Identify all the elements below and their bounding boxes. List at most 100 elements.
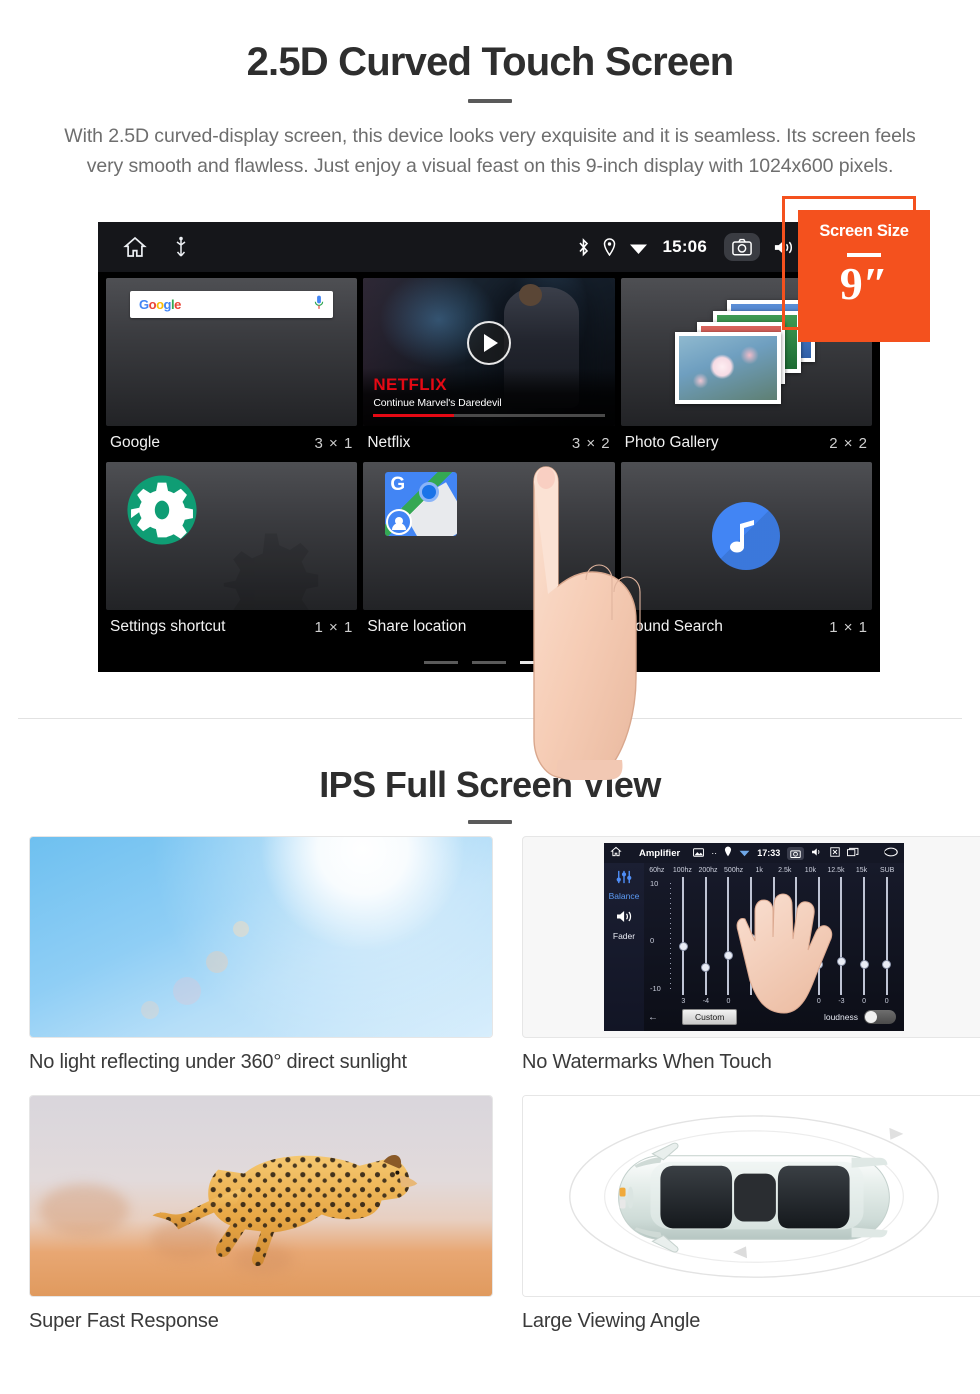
page-dot-active[interactable] [520,661,554,664]
eq-value: 0 [884,998,889,1005]
loudness-toggle[interactable] [864,1010,896,1024]
widget-row-1: Google Google 3 × 1 NETFLIX Continue Mar… [102,278,876,462]
prev-preset-icon[interactable]: ← [648,1012,658,1023]
badge-title: Screen Size [819,222,909,240]
feature-card-response[interactable]: Super Fast Response [29,1095,493,1333]
scale-mid: 0 [650,936,655,945]
eq-band-label: 500hz [724,867,744,874]
amplifier-title: Amplifier [639,847,681,859]
eq-slider[interactable] [695,877,718,995]
device-status-bar: 15:06 [98,222,880,272]
widget-sound-search[interactable]: Sound Search 1 × 1 [620,462,872,646]
mic-icon[interactable] [314,295,324,315]
widget-grid: Google Google 3 × 1 NETFLIX Continue Mar… [98,272,880,672]
eq-band-label: 60hz [649,867,665,874]
widget-label: Photo Gallery [624,434,719,451]
widget-label: Share location [367,618,467,635]
eq-slider[interactable] [672,877,695,995]
more-icon[interactable]: ·· [711,848,717,858]
usb-icon[interactable] [174,236,188,258]
bluetooth-icon [577,237,590,257]
card-caption: Large Viewing Angle [522,1310,701,1332]
badge-value: 9″ [839,258,889,309]
widget-size: 1 × 1 [829,618,868,636]
widget-label: Settings shortcut [110,618,226,635]
widget-size: 3 × 2 [571,434,611,452]
camera-icon[interactable] [724,233,760,261]
gallery-icon[interactable] [693,844,705,862]
amplifier-image: Amplifier ·· 17:33 Balance Fader 60hz 10… [522,836,980,1038]
back-icon[interactable] [884,844,898,862]
amplifier-status-bar: Amplifier ·· 17:33 [604,843,904,863]
widget-label: Netflix [367,434,411,451]
badge-divider [847,253,881,257]
speaker-icon[interactable] [615,909,634,929]
widget-size: 1 × 1 [314,618,354,636]
wifi-icon [739,844,750,862]
page-dot[interactable] [424,661,458,664]
location-icon [724,844,732,862]
cheetah-image [29,1095,493,1297]
google-maps-icon: G [385,472,458,536]
recents-icon[interactable] [847,844,859,862]
google-search-bar[interactable]: Google [130,291,334,318]
card-caption: Super Fast Response [29,1310,219,1332]
amplifier-time: 17:33 [757,848,781,858]
feature-card-sunlight[interactable]: No light reflecting under 360° direct su… [29,836,493,1074]
volume-icon[interactable] [811,844,823,862]
eq-band-label: 10k [804,867,816,874]
widget-size: 3 × 1 [314,434,354,452]
page-description: With 2.5D curved-display screen, this de… [64,124,916,178]
open-hand-illustration [736,893,833,1014]
home-icon[interactable] [122,235,148,259]
sound-search-icon [712,502,781,570]
eq-band-label: 2.5k [778,867,792,874]
google-logo: Google [139,297,181,312]
close-icon[interactable] [830,844,840,862]
eq-band-labels: 60hz 100hz 200hz 500hz 1k 2.5k 10k 12.5k… [644,867,900,874]
widget-google[interactable]: Google Google 3 × 1 [106,278,358,462]
sidebar-label-balance[interactable]: Balance [609,891,640,901]
eq-band-label: 12.5k [827,867,845,874]
widget-row-2: Settings shortcut 1 × 1 G Share location… [102,462,876,646]
card-caption: No light reflecting under 360° direct su… [29,1051,407,1073]
eq-slider[interactable] [875,877,898,995]
page-title: 2.5D Curved Touch Screen [246,40,735,84]
eq-band-label: 200hz [698,867,718,874]
widget-settings-shortcut[interactable]: Settings shortcut 1 × 1 [106,462,358,646]
camera-icon[interactable] [787,846,805,860]
play-icon[interactable] [466,321,511,366]
cheetah-silhouette [152,1154,418,1267]
sidebar-label-fader[interactable]: Fader [613,931,635,941]
wifi-icon [629,240,648,255]
widget-share-location[interactable]: G Share location 1 × 1 [363,462,615,646]
widget-netflix[interactable]: NETFLIX Continue Marvel's Daredevil Netf… [363,278,615,462]
settings-gear-icon [127,475,197,545]
feature-card-viewing-angle[interactable]: Large Viewing Angle [522,1095,980,1333]
page-indicator[interactable] [98,661,880,664]
section2-underline [468,820,512,824]
gear-watermark-icon [223,533,318,610]
feature-card-watermarks[interactable]: Amplifier ·· 17:33 Balance Fader 60hz 10… [522,836,980,1074]
page-dot[interactable] [472,661,506,664]
amplifier-sidebar: Balance Fader [604,863,644,1031]
widget-size: 2 × 2 [829,434,868,452]
car-top-view-illustration [569,1115,939,1278]
netflix-logo: NETFLIX [373,375,447,394]
eq-band-label: SUB [879,867,895,874]
widget-label: Google [110,434,160,451]
card-caption: No Watermarks When Touch [522,1051,772,1073]
status-time: 15:06 [662,237,707,256]
eq-band-label: 15k [855,867,868,874]
screen-size-badge: Screen Size 9″ [782,196,942,356]
eq-band-label: 100hz [672,867,692,874]
eq-value: 0 [862,998,866,1005]
equalizer-sliders-icon[interactable] [615,870,633,889]
eq-slider[interactable] [853,877,876,995]
section2-title: IPS Full Screen View [319,764,661,805]
widget-label: Sound Search [624,618,723,635]
home-icon[interactable] [610,844,622,862]
scale-max: 10 [650,879,659,888]
netflix-progress-bar [373,414,605,417]
netflix-subtitle: Continue Marvel's Daredevil [373,397,502,409]
